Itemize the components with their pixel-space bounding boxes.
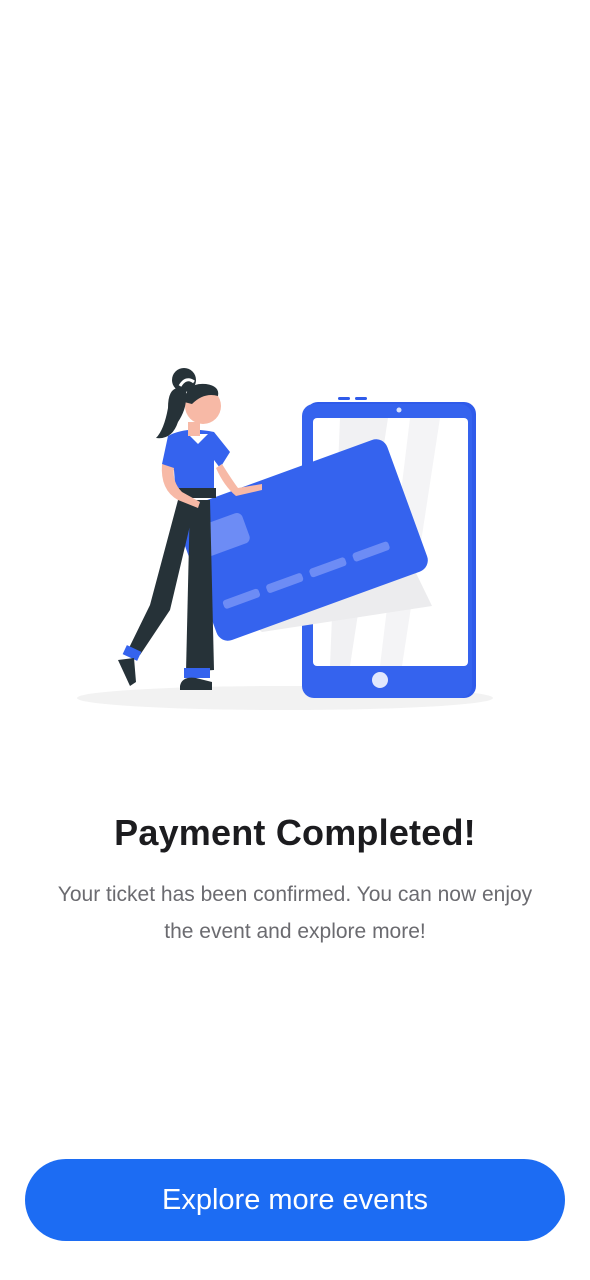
page-title: Payment Completed! (114, 812, 476, 853)
payment-success-illustration (0, 360, 590, 720)
explore-more-events-button[interactable]: Explore more events (25, 1159, 565, 1241)
confirmation-message: Your ticket has been confirmed. You can … (57, 883, 533, 943)
